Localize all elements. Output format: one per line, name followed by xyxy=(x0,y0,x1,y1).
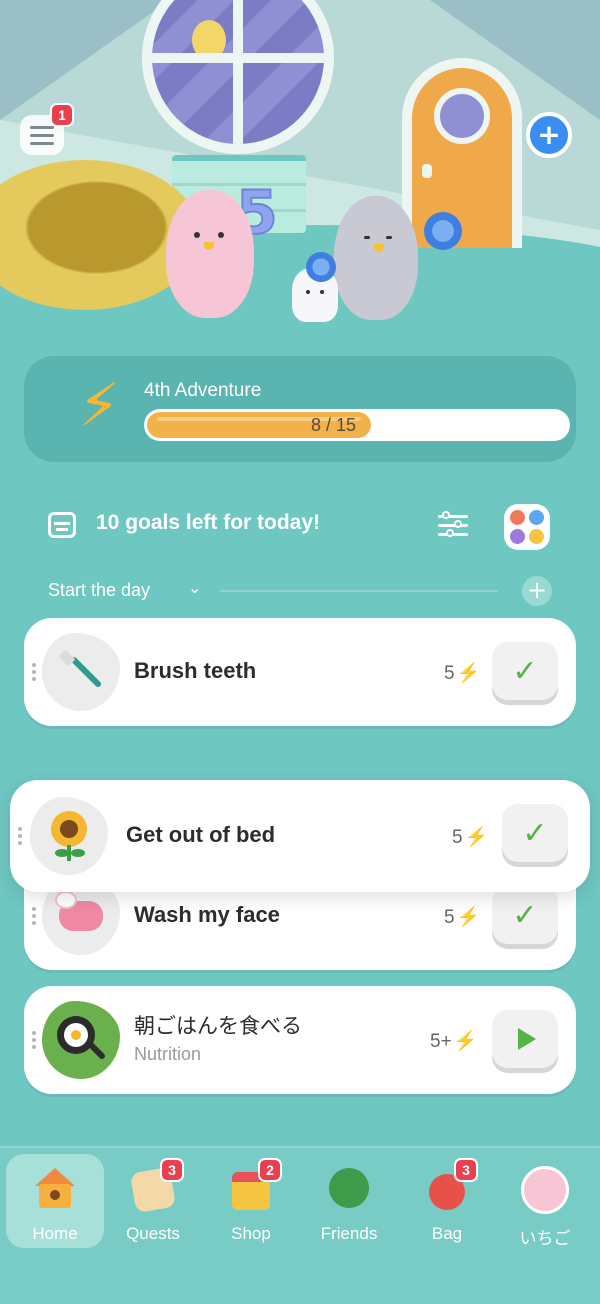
habit-card[interactable]: 朝ごはんを食べる Nutrition 5+ ⚡ xyxy=(24,986,576,1094)
door-window xyxy=(434,88,490,144)
door[interactable] xyxy=(402,58,522,248)
tab-friends[interactable]: Friends xyxy=(300,1154,398,1248)
section-divider xyxy=(220,590,498,592)
pet-room-scene[interactable]: 5 1 + xyxy=(0,0,600,340)
chevron-down-icon[interactable]: ⌄ xyxy=(188,578,201,597)
habit-name: 朝ごはんを食べる xyxy=(134,1014,302,1038)
tab-shop[interactable]: 2 Shop xyxy=(202,1154,300,1248)
soap-icon xyxy=(55,891,103,931)
filter-sliders-icon[interactable] xyxy=(438,511,468,540)
goals-left-text: 10 goals left for today! xyxy=(96,511,321,534)
habit-points: 5 ⚡ xyxy=(444,907,481,928)
tab-quests[interactable]: 3 Quests xyxy=(104,1154,202,1248)
drag-handle-icon[interactable] xyxy=(32,663,36,681)
tab-label: Home xyxy=(32,1224,78,1243)
sunflower-icon xyxy=(47,811,91,861)
goals-header: 10 goals left for today! xyxy=(48,504,568,550)
door-knob xyxy=(422,164,432,178)
habit-points: 5+ ⚡ xyxy=(430,1031,478,1052)
categories-icon[interactable] xyxy=(504,504,550,550)
habit-card-dragging[interactable]: Get out of bed 5 ⚡ ✓ xyxy=(10,780,590,892)
lightning-bolt-icon: ⚡ xyxy=(464,827,489,848)
lightning-bolt-icon: ⚡ xyxy=(453,1031,478,1052)
tab-label: Quests xyxy=(126,1224,180,1243)
drag-handle-icon[interactable] xyxy=(32,907,36,925)
habit-card[interactable]: Brush teeth 5 ⚡ ✓ xyxy=(24,618,576,726)
tab-label: Bag xyxy=(431,1224,463,1243)
adventure-title: 4th Adventure xyxy=(144,380,262,401)
bottom-tab-bar: Home 3 Quests 2 Shop Friends 3 Bag いちご xyxy=(0,1146,600,1304)
habit-name: Wash my face xyxy=(134,902,280,927)
tab-bag[interactable]: 3 Bag xyxy=(398,1154,496,1248)
gray-bird-pet[interactable] xyxy=(334,196,418,320)
toothbrush-icon xyxy=(58,649,104,695)
lightning-bolt-icon: ⚡ xyxy=(456,907,481,928)
blue-pompom-icon xyxy=(424,212,462,250)
tab-profile[interactable]: いちご xyxy=(496,1154,594,1248)
lightning-bolt-icon: ⚡ xyxy=(78,371,121,441)
calendar-icon[interactable] xyxy=(48,512,76,538)
complete-habit-button[interactable]: ✓ xyxy=(492,886,558,944)
section-header-start-the-day[interactable]: Start the day ⌄ + xyxy=(48,576,554,606)
tab-home[interactable]: Home xyxy=(6,1154,104,1248)
drag-handle-icon[interactable] xyxy=(32,1031,36,1049)
adventure-card[interactable]: ⚡ 4th Adventure 8 / 15 xyxy=(24,356,576,462)
home-icon xyxy=(35,1168,75,1208)
drag-handle-icon[interactable] xyxy=(18,827,22,845)
habit-name: Get out of bed xyxy=(126,822,276,847)
pink-bird-pet[interactable] xyxy=(166,190,254,318)
tab-label: Shop xyxy=(231,1224,271,1243)
tab-label: Friends xyxy=(320,1224,378,1243)
habit-icon-container xyxy=(30,797,108,875)
blue-pompom-icon xyxy=(306,252,336,282)
section-title[interactable]: Start the day xyxy=(48,580,150,601)
shop-badge: 2 xyxy=(258,1158,282,1182)
add-pet-button[interactable]: + xyxy=(526,112,572,158)
bag-badge: 3 xyxy=(454,1158,478,1182)
adventure-progress-bar: 8 / 15 xyxy=(144,409,570,441)
habit-category: Nutrition xyxy=(134,1044,202,1064)
habit-icon-container xyxy=(42,633,120,711)
complete-habit-button[interactable]: ✓ xyxy=(492,642,558,700)
habit-icon-container xyxy=(42,1001,120,1079)
quests-badge: 3 xyxy=(160,1158,184,1182)
frying-pan-icon xyxy=(57,1016,107,1064)
habit-points: 5 ⚡ xyxy=(444,663,481,684)
adventure-progress-label: 8 / 15 xyxy=(311,415,357,435)
complete-habit-button[interactable]: ✓ xyxy=(502,804,568,862)
tab-label: いちご xyxy=(519,1229,571,1248)
tree-icon xyxy=(329,1168,369,1208)
profile-avatar-icon xyxy=(521,1166,569,1214)
habit-points: 5 ⚡ xyxy=(452,827,489,848)
menu-button[interactable]: 1 xyxy=(20,103,74,155)
add-habit-button[interactable]: + xyxy=(522,576,552,606)
habit-name: Brush teeth xyxy=(134,658,257,683)
start-habit-button[interactable] xyxy=(492,1010,558,1068)
lightning-bolt-icon: ⚡ xyxy=(456,663,481,684)
play-icon xyxy=(518,1028,536,1050)
menu-notification-badge: 1 xyxy=(50,103,74,127)
